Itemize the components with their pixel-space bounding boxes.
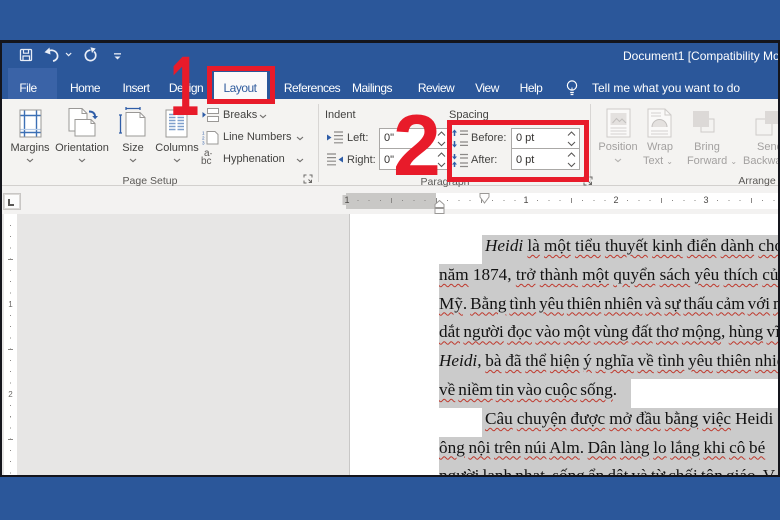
svg-text:3: 3 <box>202 141 205 146</box>
